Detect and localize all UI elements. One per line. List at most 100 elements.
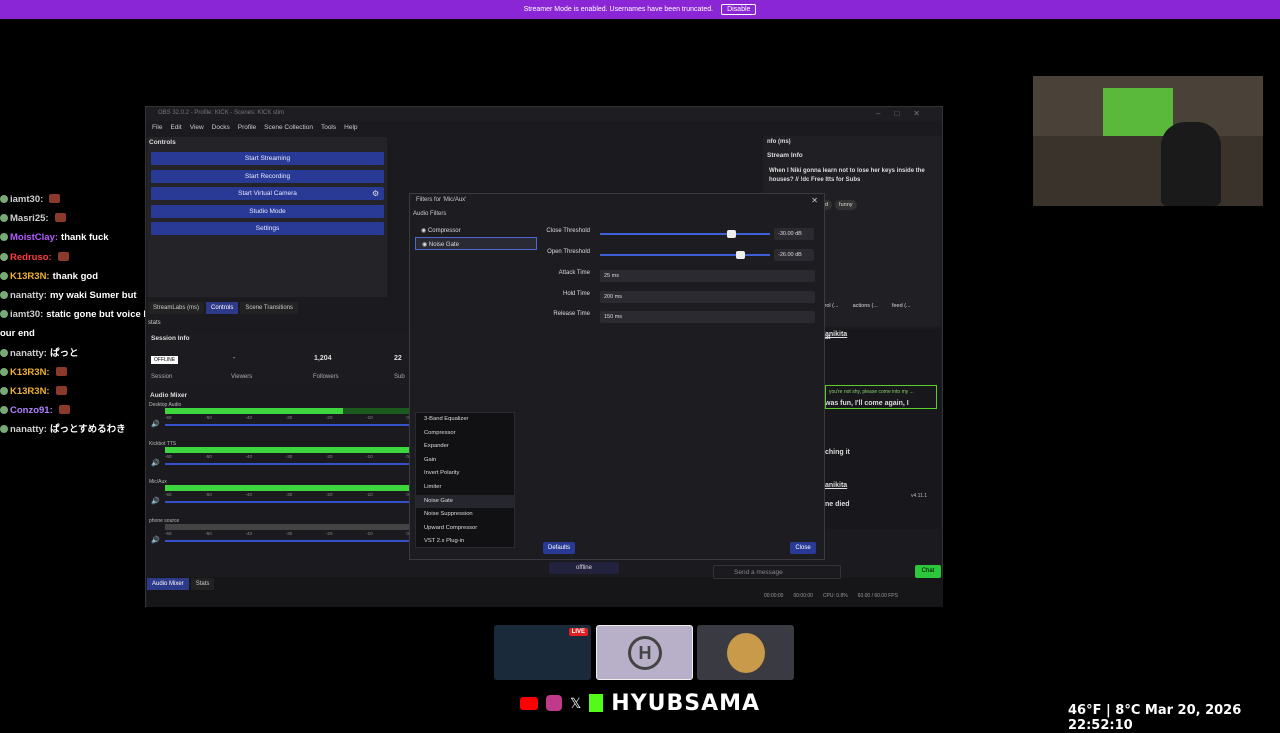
attack-input[interactable]: 25 ms bbox=[600, 270, 815, 282]
menu-item[interactable]: Edit bbox=[170, 124, 181, 133]
filter-menu-item[interactable]: Upward Compressor bbox=[416, 522, 514, 536]
chat-username: Redruso: bbox=[10, 251, 52, 263]
action-item[interactable]: feed (... bbox=[892, 303, 911, 309]
release-input[interactable]: 150 ms bbox=[600, 311, 815, 323]
speaker-icon[interactable]: 🔊 bbox=[151, 536, 160, 544]
volume-slider[interactable] bbox=[165, 539, 409, 542]
control-button[interactable]: Start Virtual Camera bbox=[151, 187, 384, 200]
bottom-tab[interactable]: Stats bbox=[190, 578, 215, 590]
obs-window: OBS 32.0.2 - Profile: KICK - Scenes: KIC… bbox=[145, 106, 943, 607]
control-button[interactable]: Settings bbox=[151, 222, 384, 235]
followers-label: Followers bbox=[313, 374, 339, 380]
filter-menu-item[interactable]: Compressor bbox=[416, 427, 514, 441]
dock-tab[interactable]: StreamLabs (ms) bbox=[148, 302, 205, 314]
filter-menu-item[interactable]: Invert Polarity bbox=[416, 467, 514, 481]
banner-text: Streamer Mode is enabled. Usernames have… bbox=[523, 6, 714, 13]
emote-icon bbox=[55, 386, 67, 396]
dock-tab[interactable]: Scene Transitions bbox=[240, 302, 299, 314]
user-badge-icon bbox=[0, 271, 8, 280]
thumbnail-logo[interactable]: H bbox=[596, 625, 693, 680]
open-threshold-value[interactable]: -26.00 dB bbox=[774, 249, 814, 261]
action-item[interactable]: actions (... bbox=[853, 303, 878, 309]
menu-item[interactable]: Help bbox=[344, 124, 357, 133]
menu-item[interactable]: View bbox=[190, 124, 204, 133]
dock-tabs: StreamLabs (ms) Controls Scene Transitions bbox=[148, 302, 299, 314]
defaults-button[interactable]: Defaults bbox=[543, 542, 575, 554]
menu-item[interactable]: Profile bbox=[238, 124, 256, 133]
tick-label: -40 bbox=[245, 492, 252, 497]
filter-menu-item[interactable]: Expander bbox=[416, 440, 514, 454]
offline-tab[interactable]: offline bbox=[549, 562, 619, 574]
menu-item[interactable]: File bbox=[152, 124, 162, 133]
reply-box[interactable]: you're not shy, please come into my ... bbox=[825, 385, 937, 409]
session-title: Session Info bbox=[151, 335, 190, 342]
chat-username: K13R3N: bbox=[10, 386, 50, 398]
bottom-bar: Audio Mixer Stats offline Send a message … bbox=[147, 562, 943, 607]
speaker-icon[interactable]: 🔊 bbox=[151, 459, 160, 467]
control-button[interactable]: Start Streaming bbox=[151, 152, 384, 165]
filter-menu-item[interactable]: Gain bbox=[416, 454, 514, 468]
eye-icon[interactable]: ◉ bbox=[422, 242, 429, 248]
action-item[interactable]: trol (... bbox=[823, 303, 839, 309]
volume-slider[interactable] bbox=[165, 424, 409, 426]
disable-button[interactable]: Disable bbox=[721, 4, 757, 15]
filter-item-compressor[interactable]: ◉ Compressor bbox=[415, 224, 537, 237]
filter-menu-item[interactable]: Noise Suppression bbox=[416, 508, 514, 522]
close-button[interactable]: Close bbox=[790, 542, 816, 554]
send-message-input[interactable]: Send a message bbox=[713, 565, 841, 579]
tick-label: -30 bbox=[285, 453, 293, 459]
tag-chip[interactable]: funny bbox=[835, 200, 857, 210]
version-label: v4.11.1 bbox=[911, 493, 928, 499]
subs-label: Sub bbox=[394, 374, 405, 380]
instagram-icon bbox=[546, 695, 562, 711]
viewers-value: - bbox=[233, 355, 236, 362]
hold-input[interactable]: 200 ms bbox=[600, 291, 815, 303]
volume-slider[interactable] bbox=[165, 462, 409, 465]
meter-fill bbox=[165, 485, 409, 491]
close-threshold-value[interactable]: -30.00 dB bbox=[774, 228, 814, 240]
bottom-tab[interactable]: Audio Mixer bbox=[147, 578, 189, 590]
slider-thumb[interactable] bbox=[727, 230, 736, 238]
menu-item[interactable]: Scene Collection bbox=[264, 124, 313, 133]
slider-thumb[interactable] bbox=[735, 251, 745, 259]
eye-icon[interactable]: ◉ bbox=[421, 228, 428, 234]
chat-button[interactable]: Chat bbox=[915, 565, 941, 578]
chat-username: nanatty: bbox=[10, 290, 47, 302]
filter-menu-item[interactable]: Limiter bbox=[416, 481, 514, 495]
user-badge-icon bbox=[0, 425, 8, 434]
channel-name: HYUBSAMA bbox=[611, 690, 761, 716]
filter-item-noise-gate[interactable]: ◉ Noise Gate bbox=[415, 237, 537, 250]
bottom-tabs: Audio Mixer Stats bbox=[147, 578, 215, 590]
open-threshold-slider[interactable] bbox=[600, 251, 770, 259]
close-icon[interactable]: ✕ bbox=[811, 196, 818, 205]
thumbnail-stream[interactable]: LIVE bbox=[494, 625, 591, 680]
volume-slider[interactable] bbox=[165, 501, 409, 503]
user-badge-icon bbox=[0, 310, 8, 319]
speaker-icon[interactable]: 🔊 bbox=[151, 497, 160, 505]
filter-menu-item[interactable]: VST 2.x Plug-in bbox=[416, 535, 514, 549]
session-label: Session bbox=[151, 374, 173, 380]
mixer-track: Mic/Aux -60 -50 -40 -30 -20 -10 0 🔊 bbox=[149, 479, 411, 515]
chat-message: thank god bbox=[52, 270, 98, 282]
meter-ticks: -60 -50 -40 -30 -20 -10 0 bbox=[165, 415, 409, 420]
chat-message: thank fuck bbox=[61, 232, 109, 244]
filter-menu-item[interactable]: 3-Band Equalizer bbox=[416, 413, 514, 427]
speaker-icon[interactable]: 🔊 bbox=[151, 420, 160, 428]
dock-tab[interactable]: Controls bbox=[206, 302, 239, 314]
menu-item[interactable]: Docks bbox=[212, 124, 230, 133]
stream-time: 00:00:00 bbox=[793, 593, 813, 599]
filter-menu-item[interactable]: Noise Gate bbox=[416, 494, 514, 509]
control-button[interactable]: Studio Mode bbox=[151, 204, 384, 218]
window-controls[interactable]: –□✕ bbox=[876, 109, 934, 118]
session-info-panel: Session Info OFFLINE - 1,204 22 Session … bbox=[147, 332, 409, 384]
controls-dock: Controls Start Streaming Start Recording S… bbox=[147, 137, 387, 297]
attack-label: Attack Time bbox=[558, 270, 590, 276]
gear-icon[interactable]: ⚙ bbox=[372, 189, 379, 198]
menu-item[interactable]: Tools bbox=[321, 124, 336, 133]
control-button[interactable]: Start Recording bbox=[151, 169, 384, 183]
close-threshold-slider[interactable] bbox=[600, 230, 770, 238]
thumbnail-avatar[interactable] bbox=[697, 625, 794, 680]
filter-label: Compressor bbox=[427, 228, 461, 234]
release-row: Release Time 150 ms bbox=[540, 311, 815, 323]
tick-label: -40 bbox=[245, 453, 252, 459]
